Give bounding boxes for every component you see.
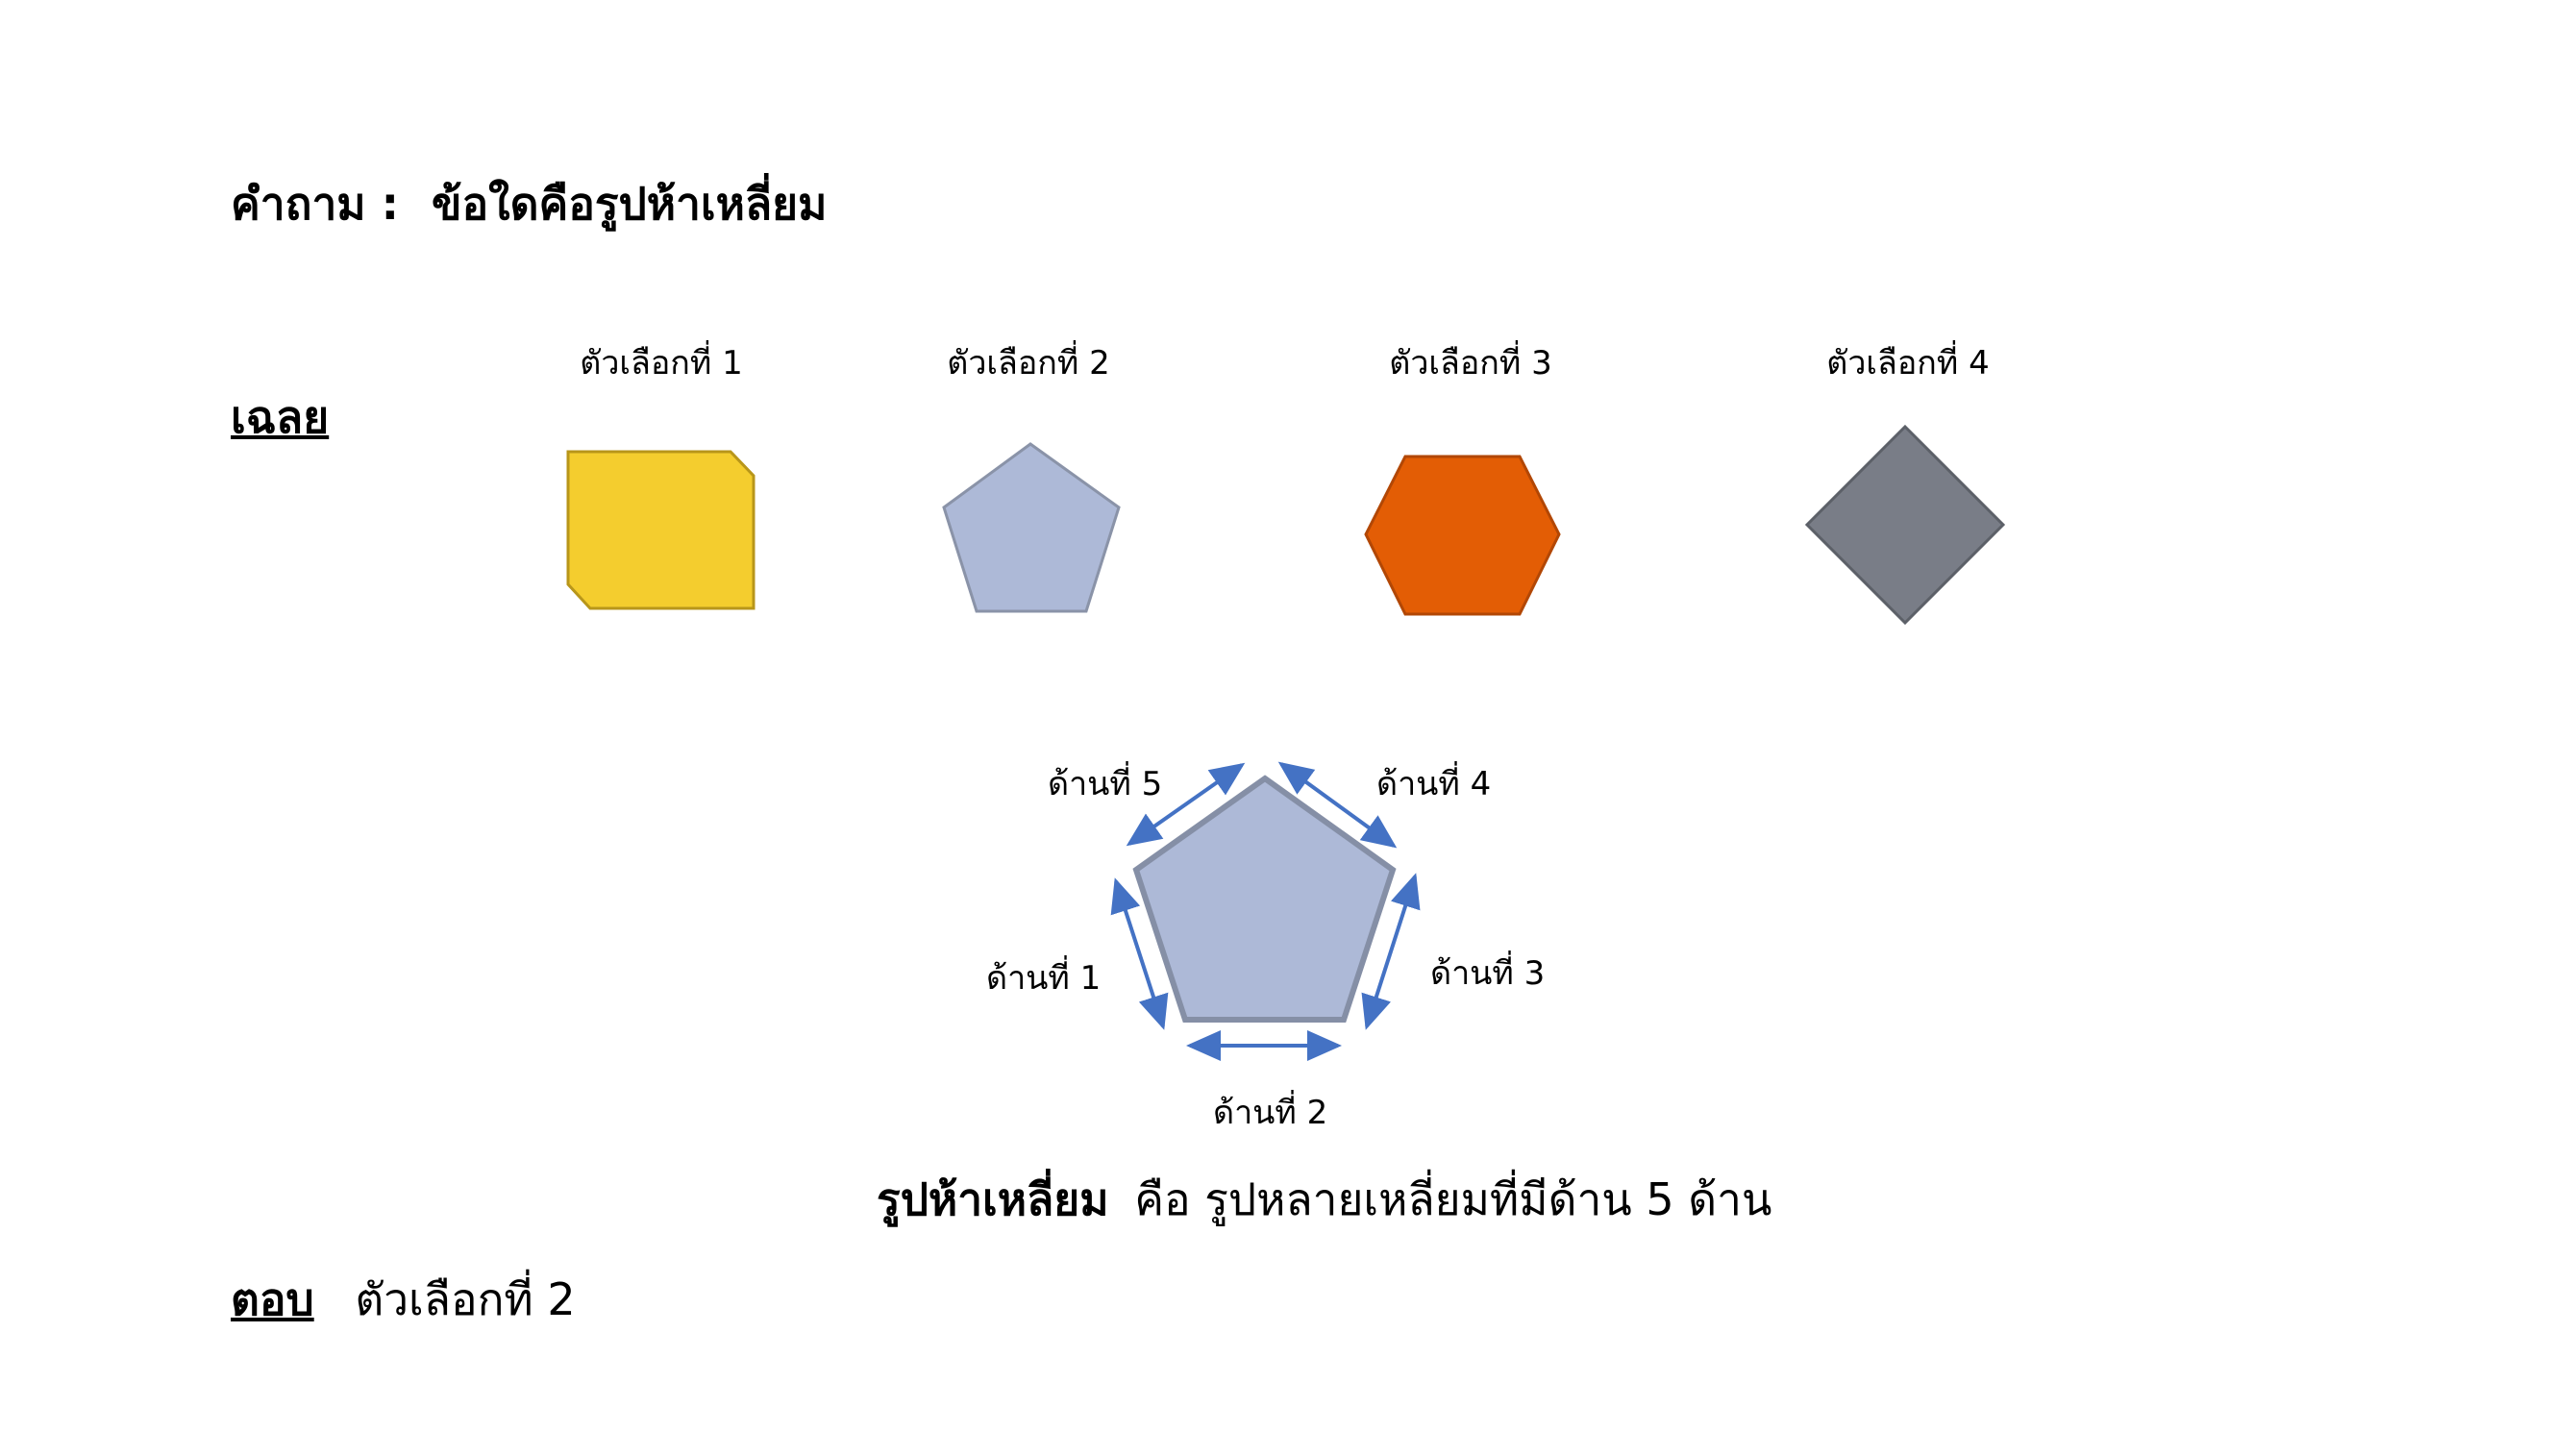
side-3-label: ด้านที่ 3 bbox=[1430, 954, 1546, 993]
option-3-shape bbox=[1364, 455, 1561, 616]
side-5-label: ด้านที่ 5 bbox=[1048, 765, 1163, 803]
option-4-shape bbox=[1804, 424, 2006, 626]
answer: ตอบ ตัวเลือกที่ 2 bbox=[231, 1265, 576, 1335]
shapes-canvas bbox=[566, 424, 2006, 1061]
definition-term: รูปห้าเหลี่ยม bbox=[877, 1173, 1109, 1225]
side-2-label: ด้านที่ 2 bbox=[1213, 1094, 1328, 1132]
definition: รูปห้าเหลี่ยม คือ รูปหลายเหลี่ยมที่มีด้า… bbox=[877, 1165, 1771, 1235]
option-2-shape bbox=[942, 442, 1121, 613]
definition-text: คือ รูปหลายเหลี่ยมที่มีด้าน 5 ด้าน bbox=[1134, 1173, 1772, 1225]
diagram-pentagon bbox=[1132, 775, 1397, 1023]
side-4-label: ด้านที่ 4 bbox=[1376, 765, 1492, 803]
side-1-label: ด้านที่ 1 bbox=[986, 959, 1102, 998]
answer-label: ตอบ bbox=[231, 1273, 314, 1325]
option-1-shape bbox=[566, 450, 755, 610]
answer-text: ตัวเลือกที่ 2 bbox=[355, 1273, 576, 1325]
